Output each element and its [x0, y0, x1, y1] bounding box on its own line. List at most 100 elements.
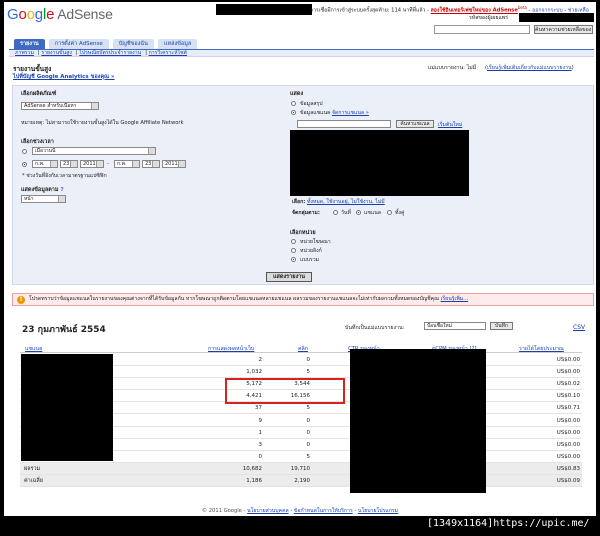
- unit-combined-radio[interactable]: [291, 257, 296, 262]
- tab-my-account[interactable]: บัญชีของฉัน: [112, 39, 154, 49]
- earnings-cell: US$0.00: [556, 357, 580, 363]
- sub-navigation: ภาพรวม | รายงานขั้นสูง | ไปรษณียบัตรประจำร…: [9, 49, 594, 57]
- image-size-caption: [1349x1164]https://upic.me/: [427, 518, 590, 529]
- highlight-box: [225, 378, 345, 404]
- clicks-cell: 0: [306, 429, 311, 436]
- col-clicks[interactable]: คลิก: [298, 345, 308, 353]
- product-select[interactable]: AdSense สำหรับเนื้อหา: [21, 102, 99, 110]
- clicks-cell: 19,710: [290, 465, 310, 472]
- subnav-advanced-reports[interactable]: รายงานขั้นสูง: [41, 50, 72, 56]
- subnav-overview[interactable]: ภาพรวม: [15, 50, 34, 56]
- impressions-cell: 37: [255, 405, 262, 412]
- clicks-cell: 0: [306, 357, 311, 363]
- show-report-button[interactable]: แสดงรายงาน: [266, 272, 312, 282]
- channel-search-input[interactable]: [297, 120, 391, 128]
- average-row: ค่าเฉลี่ย 1,186 2,190 US$0.09: [20, 475, 582, 487]
- col-impressions[interactable]: การแสดงผลหน้าเว็บ: [208, 345, 254, 353]
- view-channel-radio[interactable]: [291, 110, 296, 115]
- earnings-cell: US$0.00: [556, 441, 580, 448]
- date-range-select[interactable]: เมื่อวานนี้: [32, 147, 156, 155]
- group-both-radio[interactable]: [387, 210, 392, 215]
- help-icon[interactable]: ?: [60, 187, 63, 193]
- impressions-cell: 1: [258, 429, 263, 436]
- privacy-link[interactable]: นโยบายส่วนบุคคล: [247, 508, 289, 514]
- row-label: ผลรวม: [24, 465, 41, 472]
- product-note: หมายเหตุ: ไม่สามารถใช้รายงานขั้นสูงได้ใน…: [21, 120, 184, 126]
- from-day-select[interactable]: 23: [60, 160, 78, 168]
- timezone-note: * ช่วงวันที่อิงกับเวลามาตรฐานแปซิฟิก: [22, 173, 107, 179]
- filter-links[interactable]: ทั้งหมด, ใช้งานอยู่, ไม่ใช้งาน, ไม่มี: [307, 199, 385, 205]
- tab-resources[interactable]: แหล่งข้อมูล: [157, 39, 198, 49]
- to-month-select[interactable]: ก.พ.: [114, 160, 140, 168]
- col-earnings[interactable]: รายได้โดยประมาณ: [519, 345, 564, 353]
- adsense-page: Google AdSense การเชื่อมีการเข้าสู่ระบบคร…: [4, 2, 596, 516]
- impressions-cell: 9: [258, 417, 263, 424]
- date-preset-radio[interactable]: [22, 149, 27, 154]
- footer: © 2011 Google - นโยบายส่วนบุคคล - ข้อกำห…: [201, 508, 399, 514]
- earnings-cell: US$0.71: [556, 405, 580, 412]
- earnings-cell: US$0.00: [556, 417, 580, 424]
- unit-label: เลือกหน่วย: [290, 230, 316, 236]
- impressions-cell: 1,186: [246, 478, 262, 484]
- clicks-cell: 0: [306, 417, 311, 424]
- show-data-label: แสดงข้อมูลตาม ?: [21, 187, 64, 193]
- group-channel-label: แชแนล: [364, 210, 381, 216]
- earnings-cell: US$0.00: [556, 369, 580, 376]
- earnings-cell: US$0.00: [556, 429, 580, 436]
- tab-reports[interactable]: รายงาน: [14, 39, 45, 49]
- earnings-cell: US$0.00: [556, 453, 580, 460]
- col-channel[interactable]: แชแนล: [25, 345, 42, 353]
- view-label: แสดง: [290, 91, 304, 97]
- group-by-row: จัดกลุ่มตาม:: [292, 210, 320, 216]
- impressions-cell: 2: [258, 357, 263, 363]
- csv-download-link[interactable]: CSV: [573, 324, 585, 331]
- from-month-select[interactable]: ก.พ.: [32, 160, 58, 168]
- clicks-cell: 0: [306, 441, 311, 448]
- unit-adunit-label: หน่วยโฆษณา: [300, 239, 331, 245]
- save-template-button[interactable]: บันทึก: [490, 322, 513, 330]
- help-search-input[interactable]: [434, 25, 530, 34]
- terms-link[interactable]: ข้อกำหนดในการให้บริการ: [294, 508, 353, 514]
- redacted-pubid: [519, 13, 594, 22]
- impressions-cell: 3: [258, 441, 263, 448]
- tab-adsense-setup[interactable]: การตั้งค่า AdSense: [48, 39, 109, 49]
- impressions-cell: 0: [258, 453, 263, 460]
- alert-more-link[interactable]: เรียนรู้เพิ่ม...: [441, 296, 469, 302]
- subnav-report-manager[interactable]: ไปรษณียบัตรประจำรายงาน: [79, 50, 141, 56]
- group-date-radio[interactable]: [333, 210, 338, 215]
- clear-link[interactable]: เริ่มต้นใหม่: [438, 121, 462, 129]
- show-by-select[interactable]: หน้า: [21, 195, 66, 203]
- view-summary-radio[interactable]: [291, 101, 296, 106]
- help-search-button[interactable]: ค้นหาความช่วยเหลือของ AdSense: [534, 25, 593, 34]
- date-range-label: เลือกช่วงเวลา: [21, 139, 54, 145]
- redacted-channel-list: [290, 130, 469, 196]
- to-day-select[interactable]: 23: [142, 160, 160, 168]
- program-policy-link[interactable]: นโยบายโปรแกรม: [358, 508, 398, 514]
- analytics-link[interactable]: ไปที่บัญชี Google Analytics ของคุณ »: [13, 73, 115, 81]
- date-custom-radio[interactable]: [22, 162, 27, 167]
- results-date-title: 23 กุมภาพันธ์ 2554: [22, 325, 106, 335]
- to-year-select[interactable]: 2011: [162, 160, 186, 168]
- subnav-site-diagnostics[interactable]: การวิเคราะห์ไซต์: [149, 50, 187, 56]
- try-new-interface-link[interactable]: ลองใช้อินเทอร์เฟซใหม่ของ AdSense: [431, 8, 518, 14]
- main-tabs: รายงาน การตั้งค่า AdSense บัญชีของฉัน แห…: [14, 39, 198, 49]
- group-channel-radio[interactable]: [356, 210, 361, 215]
- find-channel-button[interactable]: ค้นหาแชแนล: [396, 120, 434, 128]
- saved-reports-link: (เรียนรู้เพิ่มเติมเกี่ยวกับแม่แบบรายงาน): [485, 65, 574, 71]
- earnings-cell: US$0.02: [556, 381, 580, 388]
- clicks-cell: 2,190: [294, 478, 310, 484]
- view-summary-label: ข้อมูลสรุป: [300, 101, 323, 107]
- adsense-logo[interactable]: Google AdSense: [7, 6, 113, 23]
- filter-row: เลือก: ทั้งหมด, ใช้งานอยู่, ไม่ใช้งาน, ไ…: [292, 199, 385, 205]
- manage-channels-link[interactable]: จัดการแชแนล »: [332, 110, 369, 116]
- earnings-cell: US$0.83: [556, 465, 580, 472]
- redacted-channel-names: [21, 354, 113, 461]
- unit-adunit-radio[interactable]: [291, 239, 296, 244]
- save-template-input[interactable]: ป้อนชื่อใหม่: [424, 322, 486, 330]
- row-label: ค่าเฉลี่ย: [24, 478, 43, 484]
- channel-alert: ! โปรดทราบว่าข้อมูลแชแนลในรายงานของคุณต่…: [12, 293, 594, 306]
- clicks-cell: 5: [306, 369, 311, 376]
- unit-link-radio[interactable]: [291, 248, 296, 253]
- clicks-cell: 5: [306, 453, 311, 460]
- from-year-select[interactable]: 2011: [80, 160, 104, 168]
